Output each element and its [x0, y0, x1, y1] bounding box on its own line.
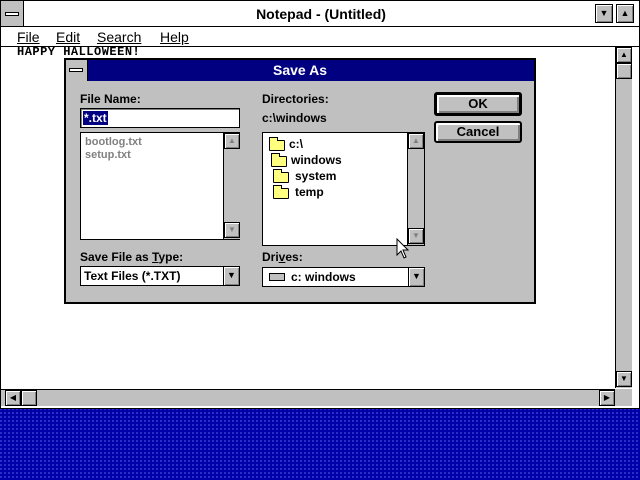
ok-button[interactable]: OK — [434, 92, 522, 116]
file-list-scroll-down[interactable]: ▼ — [224, 222, 240, 238]
mouse-cursor-icon — [396, 238, 410, 259]
scroll-up-button[interactable]: ▲ — [616, 47, 632, 63]
menu-bar: File Edit Search Help — [1, 27, 639, 47]
dropdown-arrow-icon: ▼ — [227, 270, 236, 280]
folder-icon — [273, 185, 289, 199]
file-item[interactable]: setup.txt — [85, 149, 131, 161]
scrollbar-corner — [615, 389, 632, 406]
notepad-titlebar[interactable]: Notepad - (Untitled) ▼ ▲ — [1, 1, 639, 27]
open-folder-icon — [271, 153, 287, 167]
down-arrow-icon: ▼ — [620, 374, 628, 383]
file-name-input[interactable]: *.txt — [80, 108, 240, 128]
open-folder-icon — [269, 137, 285, 151]
file-item[interactable]: bootlog.txt — [85, 136, 142, 148]
file-name-label: File Name: — [80, 92, 141, 106]
minimize-icon: ▼ — [599, 8, 609, 18]
down-arrow-icon: ▼ — [228, 225, 236, 234]
scroll-right-button[interactable]: ▶ — [599, 390, 615, 406]
scroll-down-button[interactable]: ▼ — [616, 371, 632, 387]
save-as-dialog: Save As File Name: *.txt bootlog.txt set… — [64, 58, 536, 304]
up-arrow-icon: ▲ — [228, 136, 236, 145]
maximize-button[interactable]: ▲ — [616, 4, 634, 23]
menu-edit[interactable]: Edit — [56, 27, 80, 47]
vertical-scroll-thumb[interactable] — [616, 63, 632, 79]
dialog-title: Save As — [273, 62, 327, 78]
system-menu-button[interactable] — [1, 1, 24, 26]
file-list-scroll-up[interactable]: ▲ — [224, 133, 240, 149]
current-directory: c:\windows — [262, 111, 327, 125]
up-arrow-icon: ▲ — [412, 136, 420, 145]
drives-dropdown-button[interactable]: ▼ — [408, 268, 424, 286]
menu-file[interactable]: File — [17, 27, 40, 47]
cancel-button[interactable]: Cancel — [434, 121, 522, 143]
system-menu-icon — [69, 68, 83, 72]
horizontal-scroll-thumb[interactable] — [21, 390, 37, 406]
dialog-titlebar[interactable]: Save As — [66, 60, 534, 81]
file-list-scrollbar[interactable]: ▲ ▼ — [223, 133, 240, 239]
save-type-label: Save File as Type: — [80, 250, 184, 264]
right-arrow-icon: ▶ — [603, 393, 611, 402]
dropdown-arrow-icon: ▼ — [412, 271, 421, 281]
maximize-icon: ▲ — [620, 8, 630, 18]
save-type-dropdown-button[interactable]: ▼ — [223, 267, 239, 285]
dialog-system-menu-button[interactable] — [66, 60, 88, 81]
folder-icon — [273, 169, 289, 183]
directory-tree[interactable]: c:\ windows system temp ▲ ▼ — [262, 132, 425, 246]
menu-search[interactable]: Search — [97, 27, 141, 47]
scroll-left-button[interactable]: ◀ — [5, 390, 21, 406]
minimize-button[interactable]: ▼ — [595, 4, 613, 23]
down-arrow-icon: ▼ — [412, 231, 420, 240]
directory-scroll-down[interactable]: ▼ — [408, 228, 424, 244]
menu-help[interactable]: Help — [160, 27, 189, 47]
left-arrow-icon: ◀ — [9, 393, 17, 402]
window-title: Notepad - (Untitled) — [256, 6, 386, 22]
drives-combo[interactable]: c: windows ▼ — [262, 267, 425, 287]
up-arrow-icon: ▲ — [620, 50, 628, 59]
system-menu-icon — [5, 12, 19, 16]
vertical-scrollbar[interactable]: ▲ ▼ — [615, 47, 632, 388]
directories-label: Directories: — [262, 92, 329, 106]
horizontal-scrollbar[interactable]: ◀ ▶ — [1, 389, 615, 406]
document-text[interactable]: HAPPY HALLOWEEN! — [17, 45, 140, 59]
directory-scrollbar[interactable]: ▲ ▼ — [407, 133, 424, 245]
drive-value: c: windows — [291, 270, 356, 284]
file-name-selection: *.txt — [83, 111, 108, 125]
file-list[interactable]: bootlog.txt setup.txt ▲ ▼ — [80, 132, 240, 240]
hard-drive-icon — [269, 273, 285, 281]
drives-label: Drives: — [262, 250, 303, 264]
save-type-value: Text Files (*.TXT) — [84, 269, 181, 283]
save-type-combo[interactable]: Text Files (*.TXT) ▼ — [80, 266, 240, 286]
directory-scroll-up[interactable]: ▲ — [408, 133, 424, 149]
